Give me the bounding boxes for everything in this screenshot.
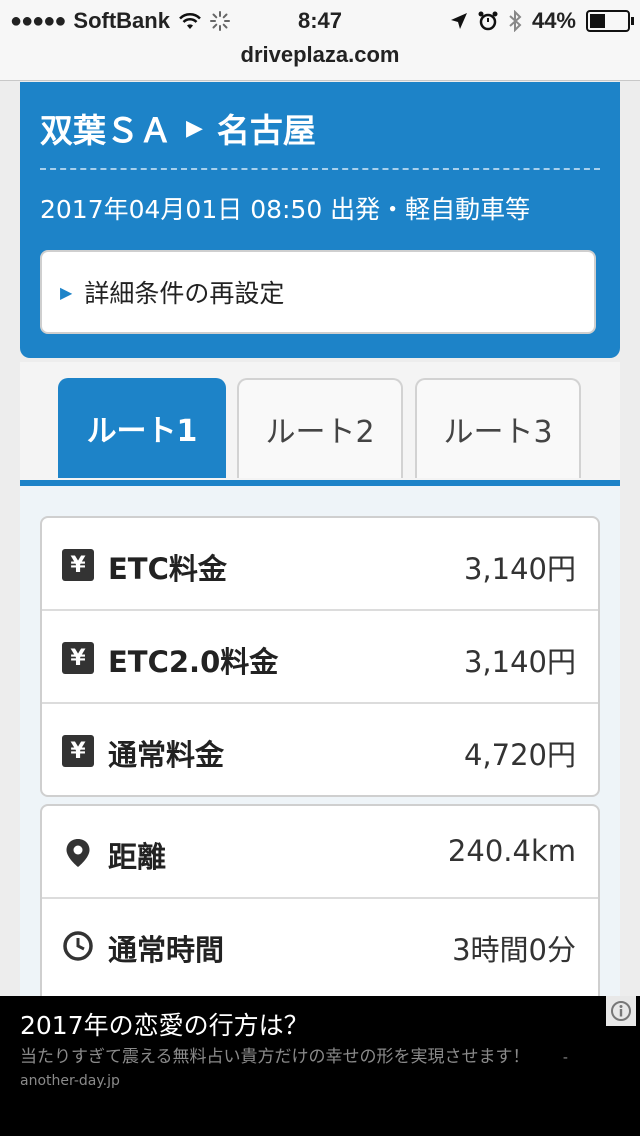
battery-icon (586, 10, 634, 32)
status-bar: ●●●●● SoftBank 8:47 44% (0, 0, 640, 40)
ad-description-text: 当たりすぎて震える無料占い貴方だけの幸せの形を実現させます！ (20, 1047, 530, 1067)
detail-value: 3時間0分 (452, 933, 576, 967)
detail-row-time: 通常時間 3時間0分 (42, 899, 598, 990)
ad-description: 当たりすぎて震える無料占い貴方だけの幸せの形を実現させます！ - another… (20, 1046, 600, 1092)
bluetooth-icon (509, 10, 522, 32)
fee-label: ETC料金 (108, 552, 227, 586)
fee-value: 3,140円 (463, 645, 576, 679)
fee-row-normal: ¥ 通常料金 4,720円 (42, 704, 598, 795)
fee-value: 4,720円 (463, 738, 576, 772)
route-datetime-info: 2017年04月01日 08:50 出発・軽自動車等 (40, 195, 531, 224)
fee-label: ETC2.0料金 (108, 645, 279, 679)
triangle-right-icon: ▶ (60, 282, 73, 302)
tab-route-2[interactable]: ルート2 (237, 378, 403, 478)
location-arrow-icon (450, 13, 467, 29)
arrow-right-icon: ▶ (186, 115, 203, 141)
url-bar[interactable]: driveplaza.com (0, 40, 640, 81)
tab-route-3[interactable]: ルート3 (415, 378, 581, 478)
detail-row-distance: 距離 240.4km (42, 806, 598, 899)
yen-icon: ¥ (62, 735, 94, 767)
route-destination: 名古屋 (216, 111, 316, 150)
reset-conditions-button[interactable]: ▶ 詳細条件の再設定 (40, 250, 596, 334)
route-origin: 双葉ＳＡ (40, 111, 172, 150)
ad-info-icon[interactable] (606, 996, 636, 1026)
detail-label: 距離 (108, 840, 167, 874)
reset-conditions-label: 詳細条件の再設定 (84, 279, 285, 308)
status-right: 44% (450, 8, 634, 34)
url-domain[interactable]: driveplaza.com (241, 42, 400, 67)
route-tabs: ルート1 ルート2 ルート3 (20, 362, 620, 484)
detail-value: 240.4km (447, 834, 576, 868)
ad-banner[interactable]: 2017年の恋愛の行方は？ 当たりすぎて震える無料占い貴方だけの幸せの形を実現さ… (0, 996, 640, 1136)
detail-label: 通常時間 (108, 933, 225, 967)
fee-value: 3,140円 (463, 552, 576, 586)
fee-card: ¥ ETC料金 3,140円 ¥ ETC2.0料金 3,140円 ¥ 通常料金 … (40, 516, 600, 797)
yen-icon: ¥ (62, 549, 94, 581)
route-title: 双葉ＳＡ ▶ 名古屋 (40, 104, 316, 152)
battery-percent: 44% (531, 8, 576, 33)
alarm-icon (478, 11, 498, 31)
fee-row-etc2: ¥ ETC2.0料金 3,140円 (42, 611, 598, 704)
ad-title[interactable]: 2017年の恋愛の行方は？ (20, 1006, 309, 1042)
dashed-divider (40, 168, 600, 170)
tab-route-1[interactable]: ルート1 (58, 378, 226, 478)
fee-row-etc: ¥ ETC料金 3,140円 (42, 518, 598, 611)
route-header-card: 双葉ＳＡ ▶ 名古屋 2017年04月01日 08:50 出発・軽自動車等 ▶ … (20, 82, 620, 358)
yen-icon: ¥ (62, 642, 94, 674)
fee-label: 通常料金 (108, 738, 225, 772)
location-pin-icon (66, 839, 90, 867)
clock-icon (63, 931, 93, 961)
